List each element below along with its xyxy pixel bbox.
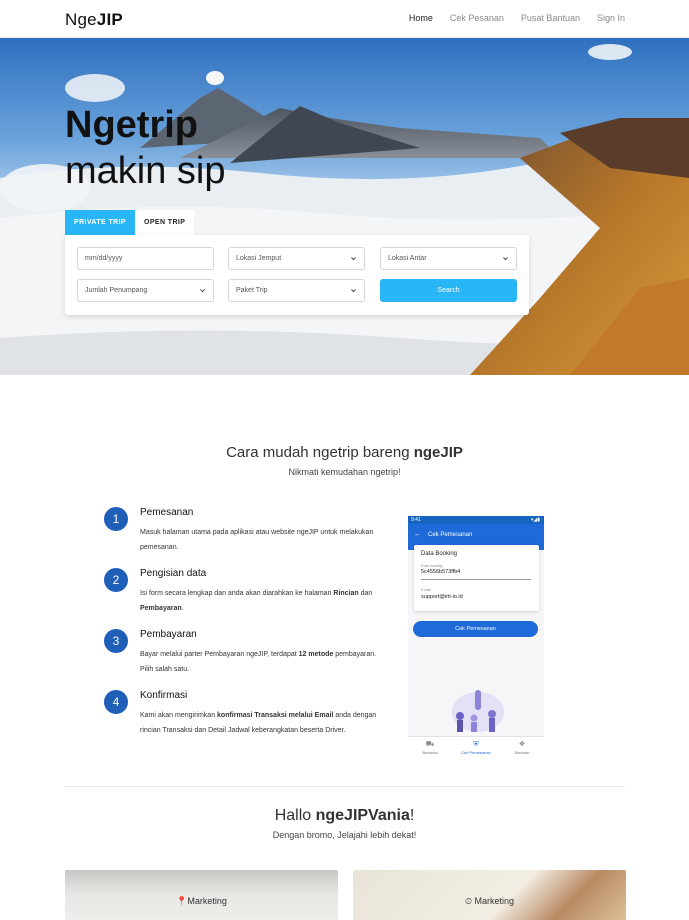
- nav-pusat-bantuan[interactable]: Pusat Bantuan: [521, 13, 580, 23]
- lokasi-jemput-select[interactable]: Lokasi Jemput: [228, 247, 365, 270]
- lokasi-antar-label: Lokasi Antar: [388, 255, 427, 262]
- search-button[interactable]: Search: [380, 279, 517, 302]
- step-number: 1: [104, 507, 128, 531]
- date-input[interactable]: mm/dd/yyyy: [77, 247, 214, 270]
- phone-booking-card: Data Booking Kode booking 5c4556b573ffb4…: [414, 545, 539, 611]
- hallo-subtitle: Dengan bromo, Jelajahi lebih dekat!: [272, 830, 417, 840]
- car-icon: ⛟: [425, 741, 435, 748]
- step-number: 4: [104, 690, 128, 714]
- nav-cek-pesanan[interactable]: Cek Pesanan: [450, 13, 504, 23]
- chevron-down-icon: [200, 289, 205, 293]
- step-title: Pengisian data: [140, 568, 207, 579]
- lokasi-jemput-label: Lokasi Jemput: [236, 255, 282, 262]
- shield-icon: ⛨: [473, 741, 479, 748]
- chevron-down-icon: [503, 257, 508, 261]
- phone-email-value: support@irit-io.id: [421, 594, 463, 600]
- phone-kode-label: Kode booking: [421, 564, 443, 568]
- clock-icon: ⏲: [464, 896, 475, 906]
- navbar: NgeJIP Home Cek Pesanan Pusat Bantuan Si…: [0, 0, 689, 38]
- phone-bottom-nav: ⛟ Beranda ⛨ Cek Pemesanan ❖ Bantuan: [408, 736, 544, 761]
- nav-home[interactable]: Home: [409, 13, 433, 23]
- date-placeholder: mm/dd/yyyy: [85, 255, 123, 262]
- hero-title: Ngetrip makin sip: [65, 102, 226, 194]
- chevron-down-icon: [351, 289, 356, 293]
- hero-landscape-image: [0, 44, 689, 375]
- card-title-fragment: [353, 914, 626, 920]
- step-title: Pemesanan: [140, 507, 194, 518]
- nav-sign-in[interactable]: Sign In: [597, 13, 625, 23]
- chat-icon: ❖: [518, 741, 526, 748]
- step-description: Bayar melalui parter Pembayaran ngeJIP, …: [140, 651, 377, 673]
- booking-form: mm/dd/yyyy Lokasi Jemput Lokasi Antar Ju…: [65, 235, 529, 315]
- nav-links: Home Cek Pesanan Pusat Bantuan Sign In: [409, 13, 625, 23]
- hero-title-line1: Ngetrip: [65, 104, 198, 146]
- destination-card[interactable]: ⏲ Marketing: [353, 870, 626, 920]
- paket-trip-select[interactable]: Paket Trip: [228, 279, 365, 302]
- how-it-works-subtitle: Nikmati kemudahan ngetrip!: [288, 467, 401, 477]
- chevron-down-icon: [351, 257, 356, 261]
- step-description: Kami akan mengirimkan konfirmasi Transak…: [140, 712, 377, 734]
- lokasi-antar-select[interactable]: Lokasi Antar: [380, 247, 517, 270]
- phone-status-bar: 9:41 ▾◢▮: [408, 516, 544, 524]
- phone-email-label: E-mail: [421, 588, 431, 592]
- phone-nav-cek: ⛨ Cek Pemesanan: [461, 741, 491, 755]
- card-tag: 📍Marketing: [176, 896, 227, 906]
- tab-private-trip[interactable]: PRIVATE TRIP: [65, 210, 135, 235]
- brand-logo[interactable]: NgeJIP: [65, 10, 123, 30]
- hero-title-line2: makin sip: [65, 150, 226, 192]
- jumlah-penumpang-label: Jumlah Penumpang: [85, 287, 148, 294]
- card-tag: ⏲ Marketing: [464, 896, 515, 906]
- how-it-works-title: Cara mudah ngetrip bareng ngeJIP: [226, 444, 463, 461]
- trip-type-tabs: PRIVATE TRIP OPEN TRIP: [65, 210, 195, 235]
- phone-nav-bantuan: ❖ Bantuan: [507, 740, 537, 755]
- pin-icon: 📍: [176, 896, 188, 906]
- step-number: 3: [104, 629, 128, 653]
- destination-card[interactable]: 📍Marketing: [65, 870, 338, 920]
- app-screenshot: 9:41 ▾◢▮ ← Cek Pemesanan Data Booking Kode…: [408, 516, 544, 761]
- step-title: Konfirmasi: [140, 690, 188, 701]
- hallo-title: Hallo ngeJIPVania!: [274, 807, 415, 824]
- paket-trip-label: Paket Trip: [236, 287, 268, 294]
- step-description: Masuk halaman utama pada aplikasi atau w…: [140, 529, 374, 551]
- step-description: Isi form secara lengkap dan anda akan di…: [140, 590, 373, 612]
- phone-cek-button: Cek Pemesanan: [413, 621, 538, 637]
- phone-card-title: Data Booking: [421, 551, 458, 557]
- tab-open-trip[interactable]: OPEN TRIP: [135, 210, 195, 235]
- phone-nav-beranda: ⛟ Beranda: [415, 740, 445, 755]
- step-number: 2: [104, 568, 128, 592]
- illustration-image: [452, 690, 504, 732]
- back-arrow-icon: ←: [414, 531, 421, 538]
- section-divider: [65, 786, 625, 787]
- jumlah-penumpang-select[interactable]: Jumlah Penumpang: [77, 279, 214, 302]
- card-title-fragment: [65, 914, 338, 920]
- hero-section: Ngetrip makin sip PRIVATE TRIP OPEN TRIP…: [0, 38, 689, 375]
- step-title: Pembayaran: [140, 629, 197, 640]
- phone-input-underline: [421, 579, 531, 580]
- phone-kode-value: 5c4556b573ffb4: [421, 569, 461, 575]
